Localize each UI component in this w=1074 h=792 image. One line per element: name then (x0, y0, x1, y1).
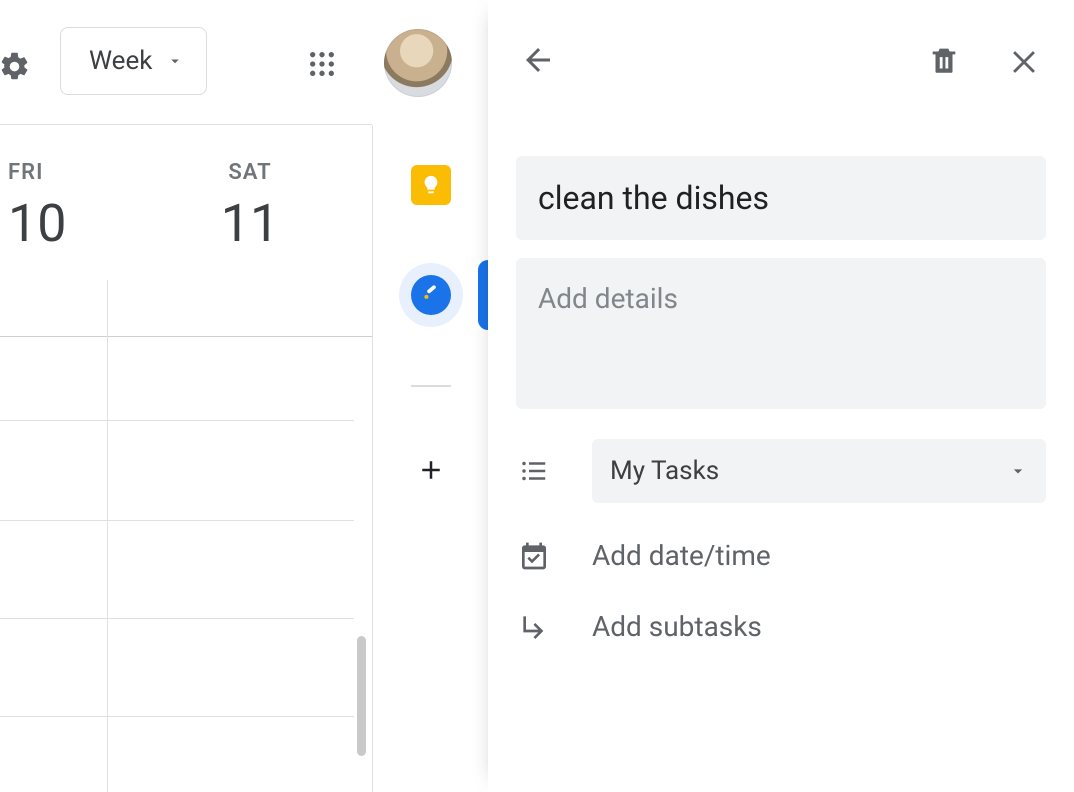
add-subtasks-row: Add subtasks (516, 604, 1046, 649)
day-label: FRI (8, 160, 100, 185)
view-select-label: Week (89, 46, 152, 76)
task-list-name: My Tasks (610, 456, 719, 486)
task-title-field[interactable] (516, 156, 1046, 240)
add-datetime-button[interactable]: Add date/time (592, 533, 1046, 578)
add-datetime-row: Add date/time (516, 533, 1046, 578)
tasks-icon (411, 275, 451, 315)
back-button[interactable] (516, 38, 560, 82)
day-headers: FRI 10 SAT 11 (0, 125, 372, 285)
active-indicator (478, 260, 488, 330)
keep-icon (420, 174, 442, 196)
side-panel (372, 125, 488, 792)
day-column-sat[interactable]: SAT 11 (180, 160, 320, 254)
settings-button[interactable] (0, 44, 36, 88)
tasks-button[interactable] (399, 263, 463, 327)
calendar-check-icon (516, 540, 552, 572)
subtask-icon (516, 611, 552, 643)
scrollbar-thumb[interactable] (357, 636, 366, 756)
delete-button[interactable] (922, 38, 966, 82)
trash-icon (927, 43, 961, 77)
arrow-left-icon (520, 42, 556, 78)
plus-icon (416, 455, 446, 485)
task-list-select[interactable]: My Tasks (592, 439, 1046, 503)
task-list-row: My Tasks (516, 439, 1046, 503)
calendar-grid[interactable] (0, 280, 372, 792)
task-details-input[interactable] (536, 280, 1026, 383)
view-select[interactable]: Week (60, 27, 207, 95)
gear-icon (0, 50, 31, 83)
calendar-topbar: Week (0, 0, 372, 125)
day-label: SAT (180, 160, 320, 185)
side-divider (411, 385, 451, 387)
add-subtasks-button[interactable]: Add subtasks (592, 604, 1046, 649)
close-button[interactable] (1002, 38, 1046, 82)
close-icon (1007, 43, 1041, 77)
add-addon-button[interactable] (411, 450, 451, 490)
task-panel-header (488, 0, 1074, 120)
apps-grid-icon (306, 48, 338, 80)
task-title-input[interactable] (536, 178, 1026, 218)
keep-button[interactable] (411, 165, 451, 205)
list-icon (516, 456, 552, 486)
day-column-fri[interactable]: FRI 10 (0, 160, 100, 254)
task-detail-panel: My Tasks Add date/time Add subtasks (488, 0, 1074, 792)
account-avatar[interactable] (384, 29, 452, 97)
day-number: 11 (180, 193, 320, 254)
google-apps-button[interactable] (300, 42, 344, 86)
task-details-field[interactable] (516, 258, 1046, 409)
dropdown-icon (166, 52, 184, 70)
day-number: 10 (8, 193, 100, 254)
dropdown-icon (1008, 461, 1028, 481)
